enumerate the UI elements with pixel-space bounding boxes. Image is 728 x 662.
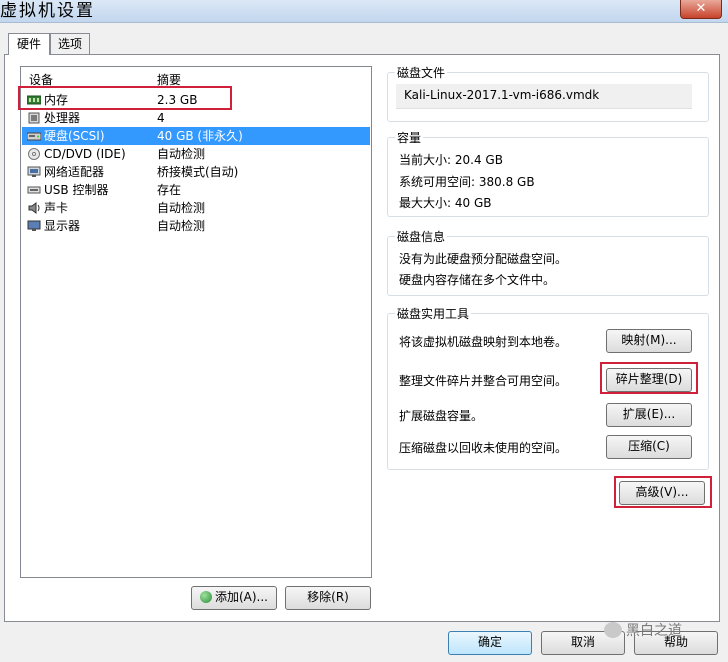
shield-icon [199, 591, 212, 603]
title-bar: 虚拟机设置 ✕ [0, 0, 728, 23]
max-size: 最大大小: 40 GB [399, 196, 492, 210]
device-name: 处理器 [44, 111, 81, 125]
memory-icon [27, 95, 41, 105]
device-summary: 自动检测 [157, 201, 206, 215]
sound-card-icon [28, 202, 40, 214]
device-summary: 桥接模式(自动) [157, 165, 239, 179]
device-row-memory[interactable]: 内存 2.3 GB [22, 91, 370, 109]
device-row-sound-card[interactable]: 声卡 自动检测 [22, 199, 370, 217]
tab-options[interactable]: 选项 [50, 33, 90, 54]
capacity-label: 容量 [395, 129, 424, 146]
device-summary: 自动检测 [157, 219, 206, 233]
expand-description: 扩展磁盘容量。 [399, 409, 484, 423]
device-summary: 40 GB (非永久) [157, 129, 243, 143]
advanced-button[interactable]: 高级(V)... [619, 481, 705, 505]
tab-hardware[interactable]: 硬件 [8, 33, 50, 55]
device-row-cd-dvd[interactable]: CD/DVD (IDE) 自动检测 [22, 145, 370, 163]
close-icon: ✕ [695, 1, 707, 16]
cd-dvd-icon [28, 148, 40, 160]
device-name: USB 控制器 [44, 183, 109, 197]
device-row-processor[interactable]: 处理器 4 [22, 109, 370, 127]
window-title: 虚拟机设置 [0, 1, 95, 21]
device-row-display[interactable]: 显示器 自动检测 [22, 217, 370, 235]
map-description: 将该虚拟机磁盘映射到本地卷。 [399, 335, 568, 349]
expand-button[interactable]: 扩展(E)... [606, 403, 692, 427]
device-name: 声卡 [44, 201, 69, 215]
device-name: 网络适配器 [44, 165, 105, 179]
disk-utilities-label: 磁盘实用工具 [395, 305, 472, 322]
device-row-usb-controller[interactable]: USB 控制器 存在 [22, 181, 370, 199]
watermark-text: 黑白之道 [626, 623, 682, 639]
header-summary: 摘要 [157, 73, 182, 87]
compact-description: 压缩磁盘以回收未使用的空间。 [399, 441, 568, 455]
map-button[interactable]: 映射(M)... [606, 329, 692, 353]
compact-button[interactable]: 压缩(C) [606, 435, 692, 459]
disk-file-label: 磁盘文件 [395, 64, 448, 81]
display-icon [27, 220, 41, 231]
device-row-hard-disk[interactable]: 硬盘(SCSI) 40 GB (非永久) [22, 127, 370, 145]
device-summary: 存在 [157, 183, 182, 197]
device-summary: 4 [157, 111, 165, 125]
disk-file-field: Kali-Linux-2017.1-vm-i686.vmdk [396, 84, 692, 109]
ok-button[interactable]: 确定 [448, 631, 532, 655]
disk-file-name: Kali-Linux-2017.1-vm-i686.vmdk [404, 88, 600, 102]
add-label: 添加(A)... [214, 590, 269, 604]
close-button[interactable]: ✕ [680, 0, 722, 19]
device-list[interactable]: 设备 摘要 内存 2.3 GB 处理器 4 硬盘(SCSI) 40 GB (非永… [20, 66, 372, 578]
header-device: 设备 [29, 73, 54, 87]
disk-info-line2: 硬盘内容存储在多个文件中。 [399, 273, 556, 287]
add-device-button[interactable]: 添加(A)... [191, 586, 277, 610]
network-adapter-icon [27, 166, 41, 177]
watermark: 黑白之道 [604, 620, 682, 640]
device-name: 显示器 [44, 219, 81, 233]
device-name: 内存 [44, 93, 69, 107]
wechat-icon [604, 622, 622, 638]
current-size: 当前大小: 20.4 GB [399, 153, 503, 167]
device-summary: 自动检测 [157, 147, 206, 161]
available-space: 系统可用空间: 380.8 GB [399, 175, 535, 189]
device-name: 硬盘(SCSI) [44, 129, 105, 143]
device-summary: 2.3 GB [157, 93, 198, 107]
disk-info-line1: 没有为此硬盘预分配磁盘空间。 [399, 252, 568, 266]
device-name: CD/DVD (IDE) [44, 147, 126, 161]
defrag-description: 整理文件碎片并整合可用空间。 [399, 374, 568, 388]
device-row-network-adapter[interactable]: 网络适配器 桥接模式(自动) [22, 163, 370, 181]
usb-icon [27, 186, 41, 194]
processor-icon [28, 112, 40, 124]
remove-device-button[interactable]: 移除(R) [285, 586, 371, 610]
defragment-button[interactable]: 碎片整理(D) [606, 368, 692, 392]
disk-info-label: 磁盘信息 [395, 228, 448, 245]
hard-disk-icon [27, 132, 41, 141]
